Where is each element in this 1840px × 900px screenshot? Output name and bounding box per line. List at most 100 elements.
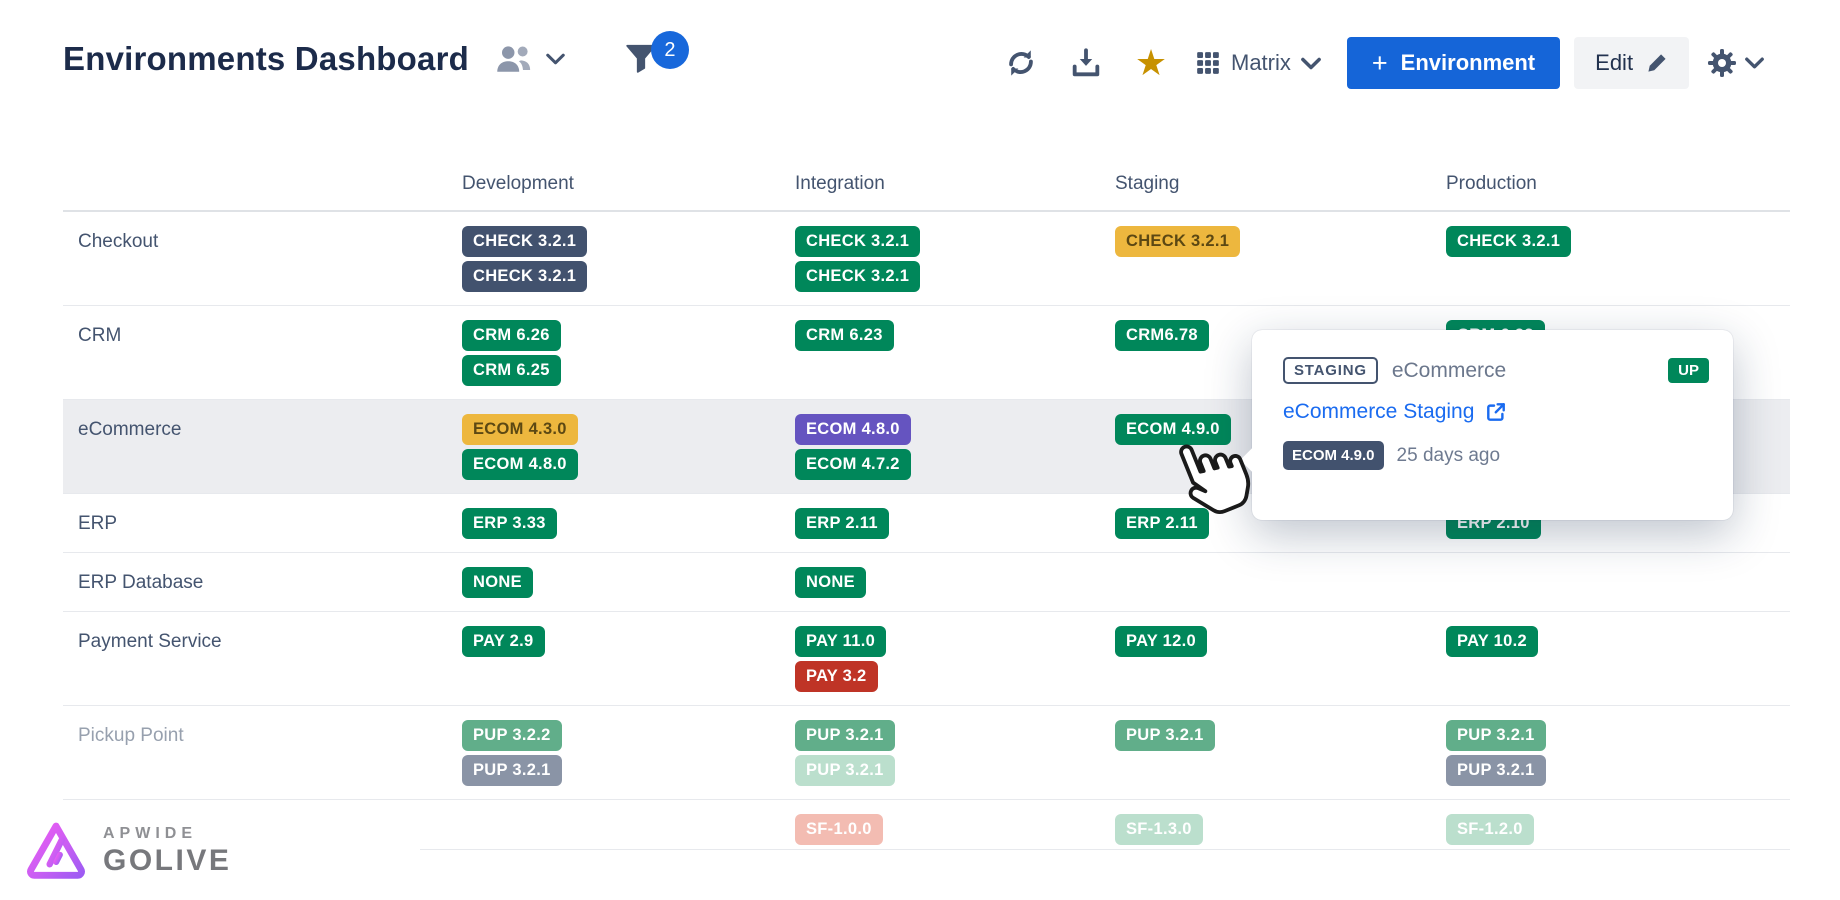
cell-development: NONE (462, 567, 795, 598)
apwide-golive-logo: APWIDE GOLIVE (22, 816, 231, 886)
cell-production: CHECK 3.2.1 (1446, 226, 1790, 292)
cell-integration: CRM 6.23 (795, 320, 1115, 386)
deployed-time-ago: 25 days ago (1397, 445, 1501, 467)
version-badge[interactable]: PAY 10.2 (1446, 626, 1538, 657)
cell-development: PUP 3.2.2 PUP 3.2.1 (462, 720, 795, 786)
cell-production (1446, 567, 1790, 598)
column-header: Production (1446, 160, 1790, 210)
cell-integration: CHECK 3.2.1 CHECK 3.2.1 (795, 226, 1115, 292)
cell-staging: CHECK 3.2.1 (1115, 226, 1446, 292)
version-badge[interactable]: CHECK 3.2.1 (795, 261, 920, 292)
brand-name-top: APWIDE (103, 825, 231, 843)
cell-staging: SF-1.3.0 (1115, 814, 1446, 845)
matrix-body: Checkout CHECK 3.2.1 CHECK 3.2.1 CHECK 3.… (63, 212, 1790, 858)
people-icon (493, 44, 535, 74)
table-row: Checkout CHECK 3.2.1 CHECK 3.2.1 CHECK 3.… (63, 212, 1790, 306)
version-badge[interactable]: ECOM 4.8.0 (462, 449, 578, 480)
version-badge[interactable]: ERP 2.11 (795, 508, 889, 539)
tooltip-header: STAGING eCommerce UP (1283, 357, 1709, 384)
version-badge[interactable]: PUP 3.2.1 (462, 755, 562, 786)
version-badge[interactable]: PAY 11.0 (795, 626, 886, 657)
settings-button[interactable] (1706, 47, 1764, 79)
version-badge[interactable]: CHECK 3.2.1 (462, 261, 587, 292)
pencil-icon (1646, 52, 1668, 74)
application-label: Pickup Point (63, 720, 462, 786)
cell-staging: PUP 3.2.1 (1115, 720, 1446, 786)
version-badge[interactable]: ECOM 4.3.0 (462, 414, 578, 445)
page-header: Environments Dashboard 2 (63, 40, 659, 78)
version-badge[interactable]: PUP 3.2.1 (1446, 720, 1546, 751)
version-badge[interactable]: SF-1.3.0 (1115, 814, 1203, 845)
environment-link-label: eCommerce Staging (1283, 400, 1474, 424)
edit-button-label: Edit (1595, 50, 1633, 76)
version-badge[interactable]: PUP 3.2.1 (795, 720, 895, 751)
version-badge[interactable]: CHECK 3.2.1 (462, 226, 587, 257)
version-badge[interactable]: SF-1.0.0 (795, 814, 883, 845)
view-switcher[interactable]: Matrix (1195, 50, 1321, 76)
table-row: ERP Database NONE NONE (63, 553, 1790, 612)
cell-production: SF-1.2.0 (1446, 814, 1790, 845)
cell-development: ERP 3.33 (462, 508, 795, 539)
add-environment-button[interactable]: + Environment (1347, 37, 1560, 89)
cell-development: CRM 6.26 CRM 6.25 (462, 320, 795, 386)
version-badge[interactable]: CRM6.78 (1115, 320, 1209, 351)
deployed-version-badge: ECOM 4.9.0 (1283, 441, 1384, 470)
tooltip-application-name: eCommerce (1392, 359, 1668, 383)
version-badge[interactable]: ECOM 4.8.0 (795, 414, 911, 445)
version-badge[interactable]: CHECK 3.2.1 (1446, 226, 1571, 257)
people-chevron-icon (546, 53, 565, 65)
shared-with-button[interactable] (493, 44, 565, 74)
table-row: Pickup Point PUP 3.2.2 PUP 3.2.1 PUP 3.2.… (63, 706, 1790, 800)
environment-category-badge: STAGING (1283, 357, 1378, 384)
external-link-icon (1485, 401, 1507, 423)
tooltip-deployment-info: ECOM 4.9.0 25 days ago (1283, 441, 1709, 470)
cell-integration: ERP 2.11 (795, 508, 1115, 539)
cell-integration: ECOM 4.8.0 ECOM 4.7.2 (795, 414, 1115, 480)
version-badge[interactable]: CRM 6.23 (795, 320, 894, 351)
view-chevron-icon (1301, 57, 1321, 70)
cell-development: CHECK 3.2.1 CHECK 3.2.1 (462, 226, 795, 292)
version-badge[interactable]: PUP 3.2.1 (795, 755, 895, 786)
matrix-header-row: DevelopmentIntegrationStagingProduction (63, 160, 1790, 212)
table-row: Payment Service PAY 2.9 PAY 11.0PAY 3.2 … (63, 612, 1790, 706)
version-badge[interactable]: CRM 6.25 (462, 355, 561, 386)
version-badge[interactable]: PAY 2.9 (462, 626, 545, 657)
version-badge[interactable]: CHECK 3.2.1 (1115, 226, 1240, 257)
version-badge[interactable]: ERP 3.33 (462, 508, 557, 539)
favorite-star-button[interactable]: ★ (1130, 45, 1172, 81)
version-badge[interactable]: NONE (795, 567, 866, 598)
cell-integration: PAY 11.0 PAY 3.2 (795, 626, 1115, 692)
edit-button[interactable]: Edit (1574, 37, 1689, 89)
gear-icon (1706, 47, 1738, 79)
version-badge[interactable]: ECOM 4.7.2 (795, 449, 911, 480)
version-badge[interactable]: CHECK 3.2.1 (795, 226, 920, 257)
version-badge[interactable]: PAY 12.0 (1115, 626, 1207, 657)
grid-view-icon (1195, 50, 1221, 76)
refresh-button[interactable] (1000, 46, 1042, 80)
status-badge: UP (1668, 358, 1709, 383)
settings-chevron-icon (1745, 57, 1764, 69)
environment-link[interactable]: eCommerce Staging (1283, 400, 1507, 424)
filter-count-badge: 2 (651, 31, 689, 69)
toolbar: ★ Matrix + Environment Edit (1000, 37, 1764, 89)
version-badge[interactable]: PAY 3.2 (795, 661, 878, 692)
star-icon: ★ (1135, 45, 1167, 81)
version-badge[interactable]: CRM 6.26 (462, 320, 561, 351)
application-label: ERP (63, 508, 462, 539)
version-badge[interactable]: NONE (462, 567, 533, 598)
application-label: CRM (63, 320, 462, 386)
download-button[interactable] (1065, 46, 1107, 80)
cell-production: PAY 10.2 (1446, 626, 1790, 692)
application-label: Checkout (63, 226, 462, 292)
version-badge[interactable]: PUP 3.2.2 (462, 720, 562, 751)
brand-name-bottom: GOLIVE (103, 845, 231, 877)
version-badge[interactable]: SF-1.2.0 (1446, 814, 1534, 845)
filter-button[interactable]: 2 (623, 41, 659, 77)
application-label: eCommerce (63, 414, 462, 480)
cell-development: PAY 2.9 (462, 626, 795, 692)
version-badge[interactable]: PUP 3.2.1 (1115, 720, 1215, 751)
cell-development: ECOM 4.3.0 ECOM 4.8.0 (462, 414, 795, 480)
version-badge[interactable]: PUP 3.2.1 (1446, 755, 1546, 786)
application-label: ERP Database (63, 567, 462, 598)
table-bottom-divider (420, 849, 1790, 850)
